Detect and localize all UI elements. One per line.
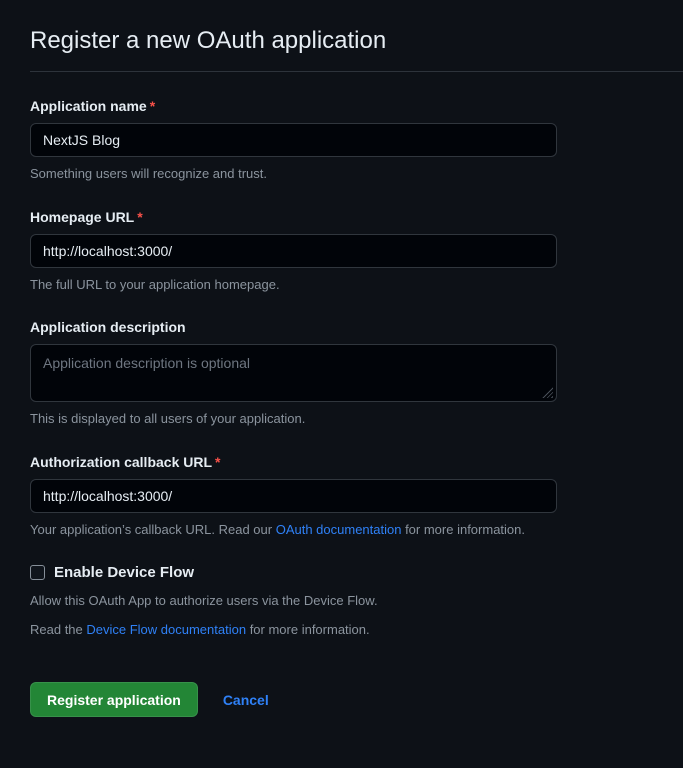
required-marker: *: [150, 98, 155, 114]
cancel-link[interactable]: Cancel: [223, 692, 269, 708]
required-marker: *: [215, 454, 220, 470]
application-description-label-text: Application description: [30, 319, 186, 335]
device-flow-group: Enable Device Flow Allow this OAuth App …: [30, 564, 557, 638]
device-flow-checkbox-row: Enable Device Flow: [30, 564, 557, 581]
application-name-note: Something users will recognize and trust…: [30, 165, 557, 183]
authorization-callback-url-label: Authorization callback URL*: [30, 454, 557, 470]
authorization-callback-url-group: Authorization callback URL* Your applica…: [30, 454, 557, 539]
application-name-input[interactable]: [30, 123, 557, 157]
authorization-callback-url-input[interactable]: [30, 479, 557, 513]
homepage-url-label: Homepage URL*: [30, 209, 557, 225]
application-description-label: Application description: [30, 319, 557, 335]
oauth-documentation-link[interactable]: OAuth documentation: [276, 522, 402, 537]
form-actions: Register application Cancel: [30, 682, 683, 717]
device-flow-note: Allow this OAuth App to authorize users …: [30, 592, 557, 610]
register-application-button[interactable]: Register application: [30, 682, 198, 717]
device-flow-read-note: Read the Device Flow documentation for m…: [30, 621, 557, 639]
application-name-label: Application name*: [30, 98, 557, 114]
application-description-textarea[interactable]: [30, 344, 557, 402]
application-name-label-text: Application name: [30, 98, 147, 114]
required-marker: *: [137, 209, 142, 225]
device-flow-note-text: for more information.: [246, 622, 370, 637]
enable-device-flow-label[interactable]: Enable Device Flow: [54, 564, 194, 581]
homepage-url-input[interactable]: [30, 234, 557, 268]
device-flow-note-text: Read the: [30, 622, 86, 637]
homepage-url-label-text: Homepage URL: [30, 209, 134, 225]
title-divider: [30, 71, 683, 72]
oauth-application-form: Application name* Something users will r…: [30, 98, 683, 717]
application-description-group: Application description This is displaye…: [30, 319, 557, 428]
authorization-callback-url-label-text: Authorization callback URL: [30, 454, 212, 470]
application-description-wrap: [30, 344, 557, 402]
oauth-register-page: Register a new OAuth application Applica…: [0, 0, 683, 717]
homepage-url-note: The full URL to your application homepag…: [30, 276, 557, 294]
callback-note-text: Your application’s callback URL. Read ou…: [30, 522, 276, 537]
application-name-group: Application name* Something users will r…: [30, 98, 557, 183]
page-title: Register a new OAuth application: [30, 26, 683, 56]
homepage-url-group: Homepage URL* The full URL to your appli…: [30, 209, 557, 294]
device-flow-documentation-link[interactable]: Device Flow documentation: [86, 622, 246, 637]
enable-device-flow-checkbox[interactable]: [30, 565, 45, 580]
authorization-callback-url-note: Your application’s callback URL. Read ou…: [30, 521, 557, 539]
callback-note-text: for more information.: [401, 522, 525, 537]
application-description-note: This is displayed to all users of your a…: [30, 410, 557, 428]
